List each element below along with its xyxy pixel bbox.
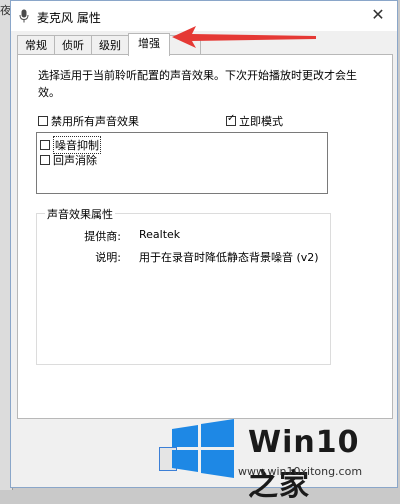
close-icon: ✕ bbox=[371, 5, 385, 24]
red-arrow-annotation bbox=[172, 26, 316, 48]
provider-value: Realtek bbox=[139, 228, 181, 241]
effect-properties-title: 声音效果属性 bbox=[45, 206, 115, 222]
immediate-mode-checkbox[interactable] bbox=[226, 113, 236, 126]
effect-description-value: 用于在录音时降低静态背景噪音 (v2) bbox=[139, 251, 319, 264]
effects-list[interactable]: 噪音抑制 回声消除 bbox=[36, 132, 328, 194]
disable-all-effects-checkbox[interactable] bbox=[38, 116, 48, 126]
provider-label: 提供商: bbox=[84, 230, 121, 243]
list-item-echo-cancellation[interactable]: 回声消除 bbox=[40, 152, 97, 168]
disable-all-effects-row[interactable]: 禁用所有声音效果 bbox=[38, 113, 139, 129]
tab-levels[interactable]: 级别 bbox=[91, 35, 129, 54]
effect-description-label: 说明: bbox=[95, 251, 121, 264]
disable-all-effects-label: 禁用所有声音效果 bbox=[51, 115, 139, 128]
window-title: 麦克风 属性 bbox=[37, 11, 101, 25]
tab-general[interactable]: 常规 bbox=[17, 35, 55, 54]
echo-cancellation-checkbox[interactable] bbox=[40, 155, 50, 165]
effect-properties-group: 声音效果属性 提供商: Realtek 说明: 用于在录音时降低静态背景噪音 (… bbox=[36, 206, 331, 365]
noise-suppression-checkbox[interactable] bbox=[40, 140, 50, 150]
close-button[interactable]: ✕ bbox=[363, 3, 393, 27]
windows-logo-icon bbox=[172, 419, 234, 478]
enhancements-panel: 选择适用于当前聆听配置的声音效果。下次开始播放时更改才会生效。 禁用所有声音效果… bbox=[17, 54, 393, 419]
immediate-mode-row[interactable]: 立即模式 bbox=[226, 113, 283, 129]
microphone-icon bbox=[19, 9, 29, 23]
enhancements-description: 选择适用于当前聆听配置的声音效果。下次开始播放时更改才会生效。 bbox=[38, 69, 357, 99]
tab-listen[interactable]: 侦听 bbox=[54, 35, 92, 54]
tab-enhancements[interactable]: 增强 bbox=[128, 33, 170, 56]
immediate-mode-label: 立即模式 bbox=[239, 115, 283, 128]
win10-watermark: Win10 之家 www.win10xitong.com bbox=[168, 413, 398, 503]
watermark-url: www.win10xitong.com bbox=[238, 465, 363, 478]
echo-cancellation-label: 回声消除 bbox=[53, 154, 97, 167]
